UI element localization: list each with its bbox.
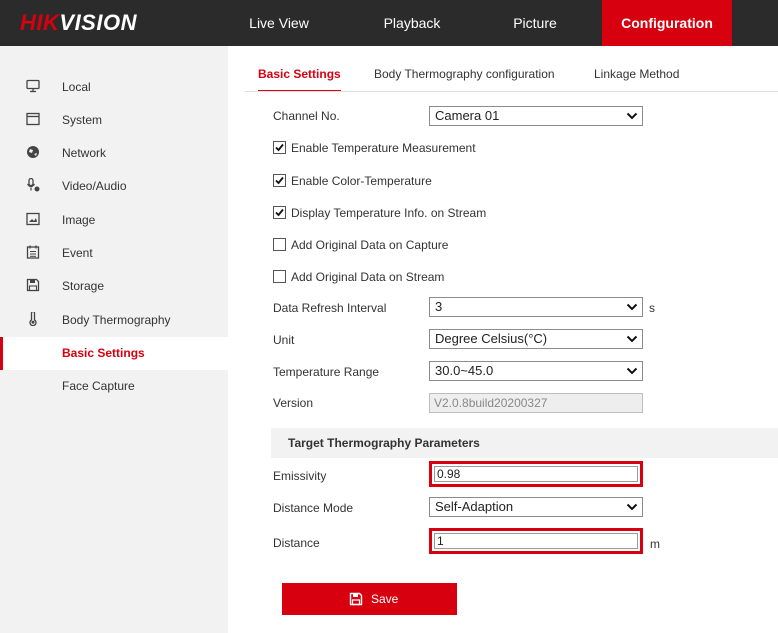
sidebar-item-label: System <box>62 113 103 127</box>
chevron-down-icon <box>626 303 638 311</box>
tab-body-thermography-configuration[interactable]: Body Thermography configuration <box>374 62 555 92</box>
image-icon <box>26 212 40 226</box>
nav-picture[interactable]: Picture <box>500 0 570 46</box>
distance-input[interactable]: 1 <box>429 528 643 554</box>
sidebar-item-label: Network <box>62 146 107 160</box>
channel-value: Camera 01 <box>435 108 500 123</box>
save-label: Save <box>371 592 399 606</box>
calendar-icon <box>26 245 40 259</box>
unit-label: Unit <box>273 333 295 347</box>
sidebar-item-label: Face Capture <box>62 379 135 393</box>
emissivity-input[interactable]: 0.98 <box>429 461 643 487</box>
sidebar-item-image[interactable]: Image <box>0 204 228 237</box>
nav-live-view[interactable]: Live View <box>244 0 314 46</box>
temperature-range-select[interactable]: 30.0~45.0 <box>429 361 643 381</box>
top-nav-bar: HIKVISION Live View Playback Picture Con… <box>0 0 778 46</box>
sidebar-item-label: Basic Settings <box>62 346 145 360</box>
temperature-range-value: 30.0~45.0 <box>435 363 494 378</box>
distance-mode-value: Self-Adaption <box>435 499 514 514</box>
checkbox-label: Add Original Data on Capture <box>291 238 449 252</box>
unit-value: Degree Celsius(°C) <box>435 331 548 346</box>
sidebar-item-video-audio[interactable]: Video/Audio <box>0 170 228 203</box>
emissivity-label: Emissivity <box>273 469 327 483</box>
checkbox-label: Add Original Data on Stream <box>291 270 445 284</box>
sidebar: Local System Network Video/Audio Image E… <box>0 46 228 633</box>
nav-playback[interactable]: Playback <box>372 0 452 46</box>
floppy-disk-icon <box>349 592 363 606</box>
unit-select[interactable]: Degree Celsius(°C) <box>429 329 643 349</box>
monitor-icon <box>26 79 40 93</box>
sidebar-item-label: Body Thermography <box>62 313 171 327</box>
active-indicator <box>0 337 3 370</box>
refresh-interval-value: 3 <box>435 299 443 314</box>
microphone-icon <box>27 178 40 192</box>
check-icon <box>275 208 284 217</box>
sidebar-item-label: Event <box>62 246 93 260</box>
distance-unit: m <box>650 537 660 551</box>
checkbox-box <box>273 238 286 251</box>
check-icon <box>275 143 284 152</box>
target-thermography-section-header: Target Thermography Parameters <box>271 428 778 458</box>
sidebar-item-label: Video/Audio <box>62 179 127 193</box>
checkbox-box <box>273 174 286 187</box>
distance-mode-select[interactable]: Self-Adaption <box>429 497 643 517</box>
tab-divider <box>245 91 778 92</box>
checkbox-label: Display Temperature Info. on Stream <box>291 206 487 220</box>
checkbox-box <box>273 141 286 154</box>
floppy-disk-icon <box>26 278 40 292</box>
sidebar-item-event[interactable]: Event <box>0 237 228 270</box>
sidebar-item-face-capture[interactable]: Face Capture <box>0 370 228 403</box>
sidebar-item-storage[interactable]: Storage <box>0 270 228 303</box>
refresh-interval-select[interactable]: 3 <box>429 297 643 317</box>
checkbox-box <box>273 270 286 283</box>
nav-configuration[interactable]: Configuration <box>602 0 732 46</box>
sidebar-item-system[interactable]: System <box>0 104 228 137</box>
temperature-range-label: Temperature Range <box>273 365 380 379</box>
channel-select[interactable]: Camera 01 <box>429 106 643 126</box>
tab-basic-settings[interactable]: Basic Settings <box>258 62 341 92</box>
sidebar-item-label: Image <box>62 213 96 227</box>
checkbox-box <box>273 206 286 219</box>
sidebar-item-label: Storage <box>62 279 105 293</box>
version-label: Version <box>273 396 314 410</box>
refresh-interval-label: Data Refresh Interval <box>273 301 387 315</box>
tab-linkage-method[interactable]: Linkage Method <box>594 62 679 92</box>
checkbox-label: Enable Color-Temperature <box>291 174 432 188</box>
chevron-down-icon <box>626 367 638 375</box>
check-icon <box>275 176 284 185</box>
sidebar-item-local[interactable]: Local <box>0 71 228 104</box>
chevron-down-icon <box>626 112 638 120</box>
globe-icon <box>27 146 39 158</box>
refresh-unit: s <box>649 301 655 315</box>
distance-label: Distance <box>273 536 320 550</box>
version-field: V2.0.8build20200327 <box>429 393 643 413</box>
checkbox-label: Enable Temperature Measurement <box>291 141 476 155</box>
sidebar-item-label: Local <box>62 80 91 94</box>
system-window-icon <box>26 112 40 126</box>
sidebar-item-body-thermography[interactable]: Body Thermography <box>0 304 228 337</box>
chevron-down-icon <box>626 503 638 511</box>
emissivity-value: 0.98 <box>434 466 638 482</box>
sidebar-item-network[interactable]: Network <box>0 137 228 170</box>
section-title: Target Thermography Parameters <box>288 436 480 450</box>
save-button[interactable]: Save <box>282 583 457 615</box>
channel-label: Channel No. <box>273 109 340 123</box>
chevron-down-icon <box>626 335 638 343</box>
sidebar-item-basic-settings[interactable]: Basic Settings <box>0 337 228 370</box>
hikvision-logo: HIKVISION <box>20 10 137 35</box>
distance-value: 1 <box>434 533 638 549</box>
distance-mode-label: Distance Mode <box>273 501 354 515</box>
thermometer-icon <box>29 312 37 326</box>
